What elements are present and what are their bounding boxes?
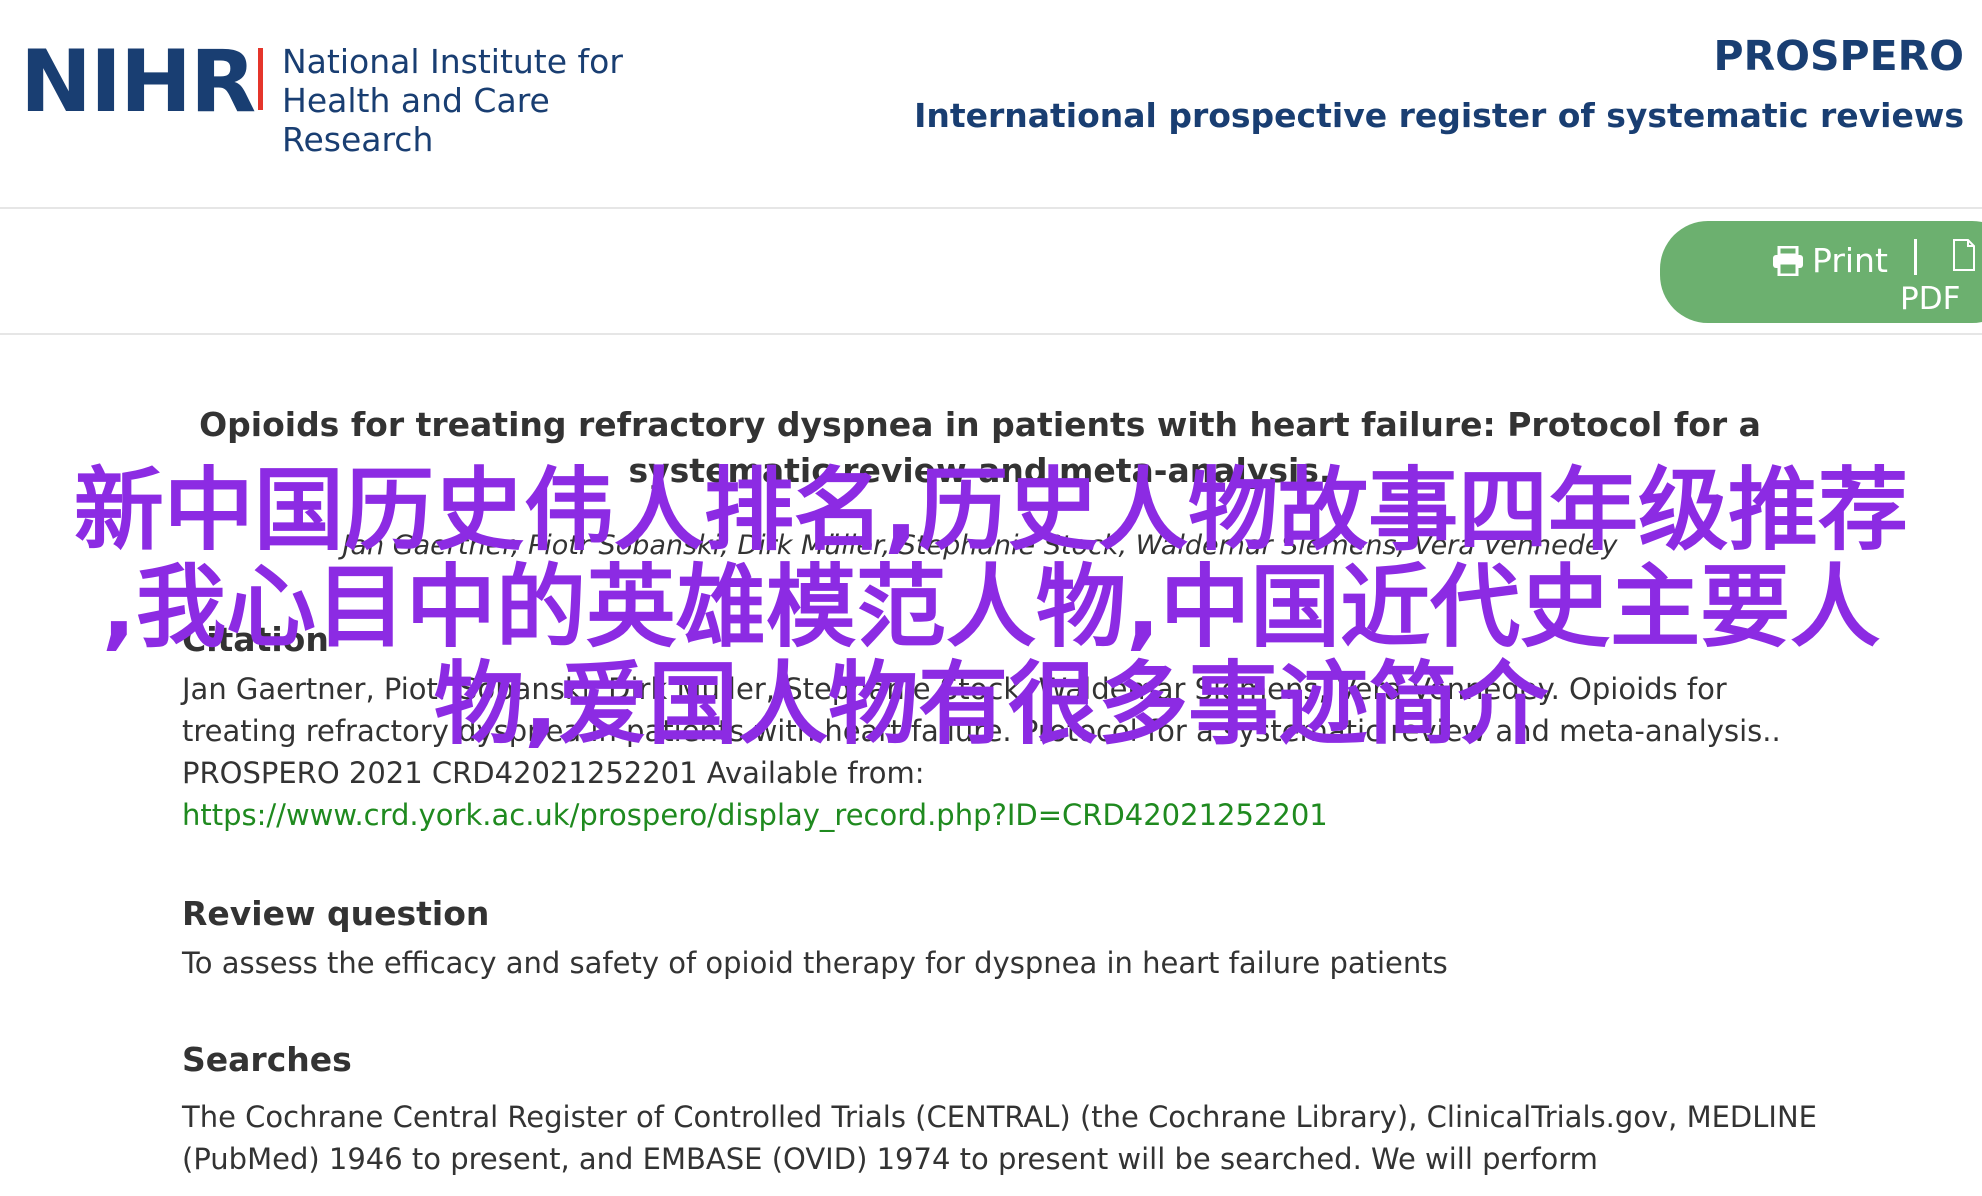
logo-divider [258,48,263,110]
printer-icon [1773,245,1803,277]
logo-name-line2: Health and Care Research [282,81,550,159]
pdf-button[interactable]: PDF [1900,281,1960,317]
export-pill: Print PDF [1660,221,1982,323]
overlay-line1: 新中国历史伟人排名,历史人物故事四年级推荐 [73,458,1909,563]
review-question-heading: Review question [182,894,490,933]
review-question-section: Review question To assess the efficacy a… [182,892,1822,984]
logo-name-line1: National Institute for [282,42,623,81]
searches-section: Searches The Cochrane Central Register o… [182,1038,1822,1180]
site-title[interactable]: PROSPERO [1714,32,1964,80]
logo-name: National Institute for Health and Care R… [282,42,702,159]
pdf-file-icon[interactable] [1952,239,1976,275]
print-button[interactable]: Print [1772,241,1888,280]
record-toolbar: Print PDF [0,209,1982,335]
overlay-caption: 新中国历史伟人排名,历史人物故事四年级推荐 ,我心目中的英雄模范人物,中国近代史… [0,462,1982,753]
review-question-text: To assess the efficacy and safety of opi… [182,946,1448,980]
pill-separator [1914,239,1917,275]
site-subtitle: International prospective register of sy… [914,96,1964,135]
searches-text: The Cochrane Central Register of Control… [182,1100,1817,1176]
logo-mark: NIHR [20,32,256,132]
site-header: NIHR National Institute for Health and C… [0,0,1982,209]
print-label: Print [1812,241,1888,280]
overlay-line2: ,我心目中的英雄模范人物,中国近代史主要人 [101,555,1881,660]
searches-heading: Searches [182,1040,352,1079]
overlay-line3: 物,爱国人物有很多事迹简介 [433,652,1549,757]
record-link[interactable]: https://www.crd.york.ac.uk/prospero/disp… [182,798,1328,832]
